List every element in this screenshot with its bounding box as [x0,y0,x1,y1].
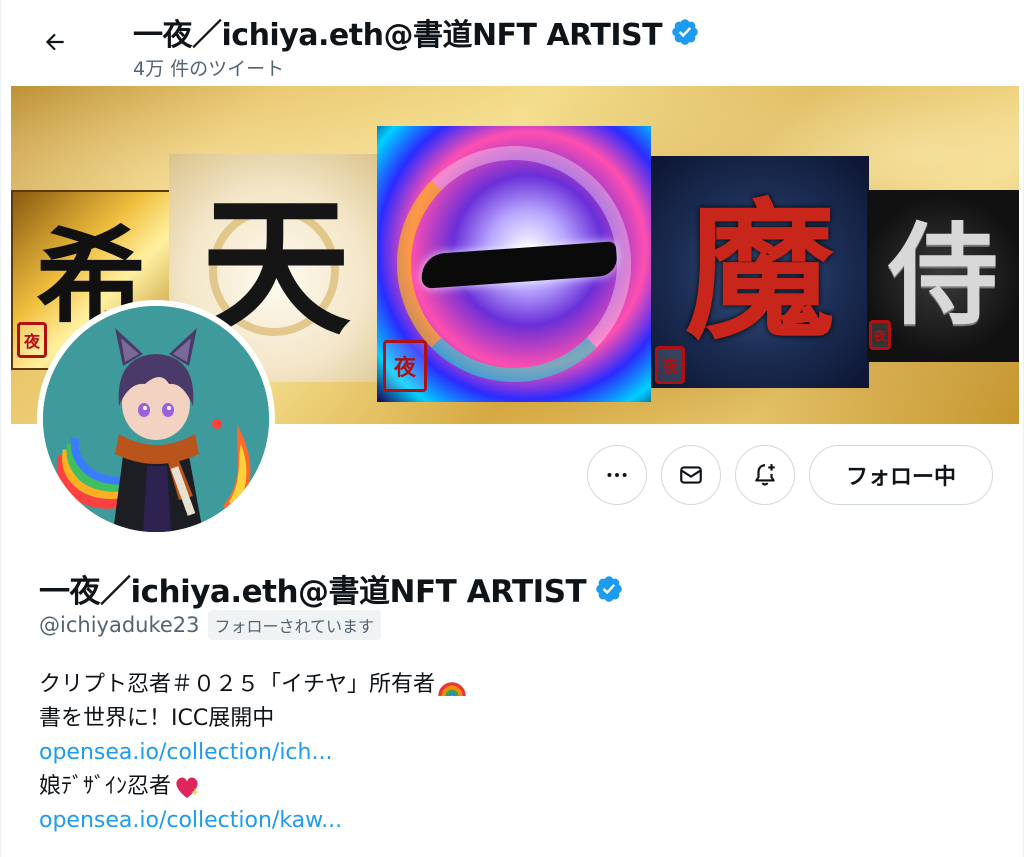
more-dots-icon [607,473,627,477]
bio-text-3: 娘ﾃﾞｻﾞｲﾝ忍者 [39,774,172,799]
bio-line: 娘ﾃﾞｻﾞｲﾝ忍者 [39,770,467,804]
back-button[interactable] [31,22,79,62]
message-button[interactable] [661,445,721,505]
bio-line: opensea.io/collection/ich... [39,736,467,770]
arrow-left-icon [45,33,64,51]
seal-stamp-4: 夜 [655,346,685,384]
ninja-character-illustration [43,306,269,532]
banner-tile-4: 魔 夜 [651,156,869,388]
notifications-button[interactable] [735,445,795,505]
seal-stamp-5: 夜 [869,320,891,350]
header-title: 一夜／ichiya.eth@書道NFT ARTIST [133,18,663,53]
profile-bio: クリプト忍者＃０２５「イチヤ」所有者 書を世界に！ICC展開中 opensea.… [39,668,467,838]
rainbow-icon [438,682,466,697]
user-handle: @ichiyaduke23 [39,613,200,637]
banner-kanji-4: 魔 [684,184,835,360]
header-title-row: 一夜／ichiya.eth@書道NFT ARTIST [133,10,700,54]
display-name-row: 一夜／ichiya.eth@書道NFT ARTIST [39,566,624,611]
banner-tile-5: 侍 夜 [867,190,1019,362]
envelope-icon [680,466,702,484]
banner-tile-3: 一 夜 [377,126,651,402]
tweet-count: 4万 件のツイート [133,58,285,80]
banner-kanji-5: 侍 [888,211,998,340]
bell-plus-icon [755,464,775,486]
follows-you-badge: フォローされています [207,610,382,640]
following-button[interactable]: フォロー中 [809,445,993,505]
bio-line: opensea.io/collection/kaw... [39,804,467,838]
more-options-button[interactable] [587,445,647,505]
seal-stamp-1: 夜 [17,322,47,358]
bio-text-1: クリプト忍者＃０２５「イチヤ」所有者 [39,672,436,697]
bio-line: 書を世界に！ICC展開中 [39,702,467,736]
bio-link-2[interactable]: opensea.io/collection/kaw... [39,804,342,838]
sparkling-heart-icon [176,777,200,798]
bio-text-2: 書を世界に！ICC展開中 [39,706,275,731]
profile-header: 一夜／ichiya.eth@書道NFT ARTIST 4万 件のツイート [1,0,1024,86]
bio-line: クリプト忍者＃０２５「イチヤ」所有者 [39,668,467,702]
display-name: 一夜／ichiya.eth@書道NFT ARTIST [39,574,587,610]
bio-link-1[interactable]: opensea.io/collection/ich... [39,736,332,770]
handle-row: @ichiyaduke23 フォローされています [39,610,382,640]
profile-frame: 一夜／ichiya.eth@書道NFT ARTIST 4万 件のツイート 希 夜… [0,0,1024,857]
avatar-image [43,306,269,532]
verified-badge-icon[interactable] [594,574,624,604]
avatar[interactable] [37,300,275,538]
seal-stamp-3: 夜 [383,340,427,392]
verified-badge-icon [672,19,698,45]
